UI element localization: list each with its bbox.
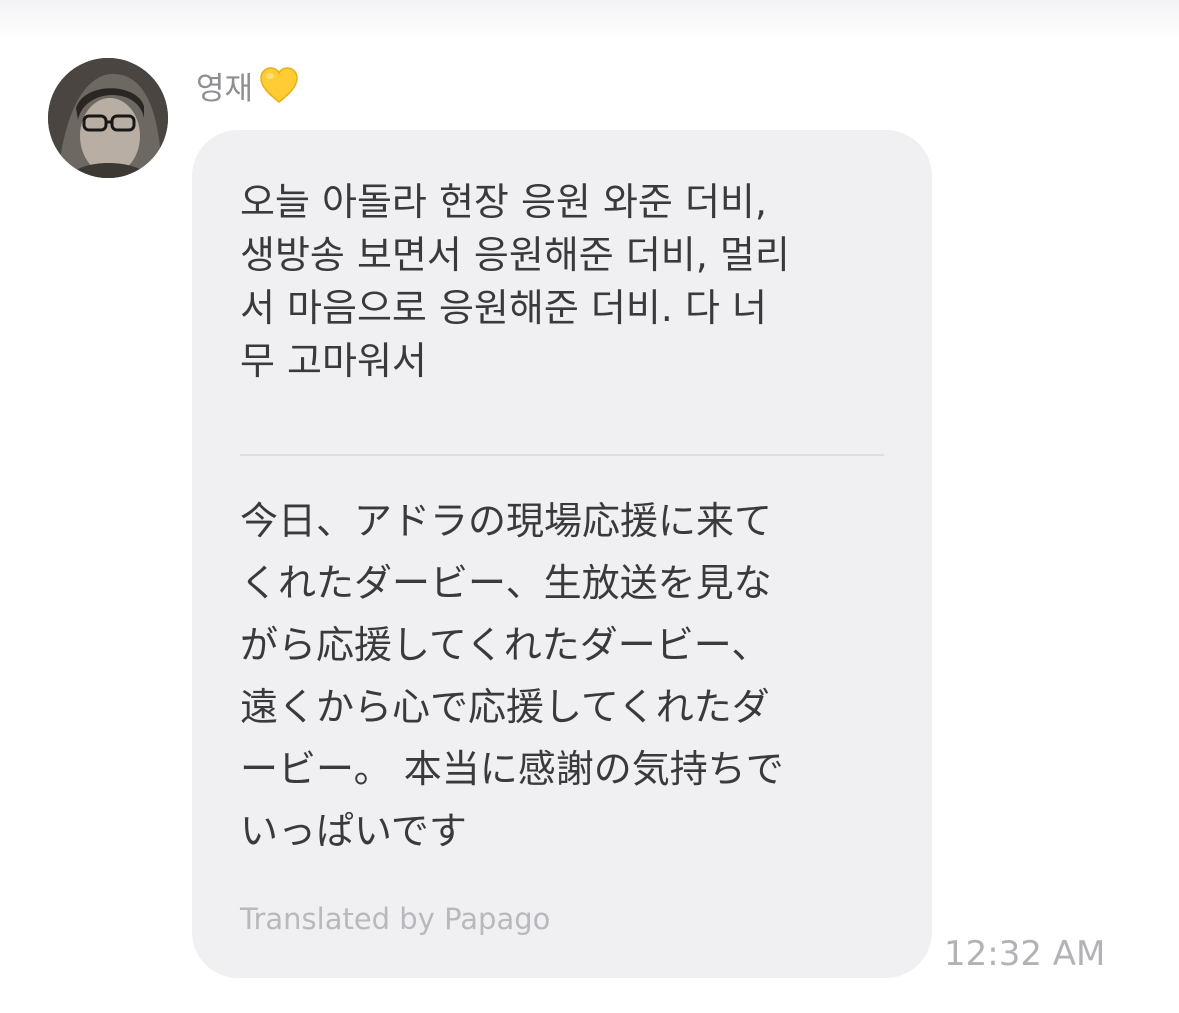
previous-message-edge <box>0 0 1179 40</box>
yellow-heart-icon <box>260 67 298 103</box>
avatar-photo-icon <box>48 58 168 178</box>
translation-credit: Translated by Papago <box>240 902 551 936</box>
translated-message-text: 今日、アドラの現場応援に来て くれたダービー、生放送を見な がら応援してくれたダ… <box>240 499 784 853</box>
message-timestamp: 12:32 AM <box>944 934 1106 974</box>
translation-divider <box>240 454 884 456</box>
sender-avatar[interactable] <box>48 58 168 178</box>
sender-name: 영재 <box>196 70 254 107</box>
original-message-text: 오늘 아돌라 현장 응원 와준 더비, 생방송 보면서 응원해준 더비, 멀리 … <box>240 180 790 383</box>
sender-name-row[interactable]: 영재 <box>196 62 301 108</box>
message-bubble[interactable]: 오늘 아돌라 현장 응원 와준 더비, 생방송 보면서 응원해준 더비, 멀리 … <box>192 130 932 978</box>
